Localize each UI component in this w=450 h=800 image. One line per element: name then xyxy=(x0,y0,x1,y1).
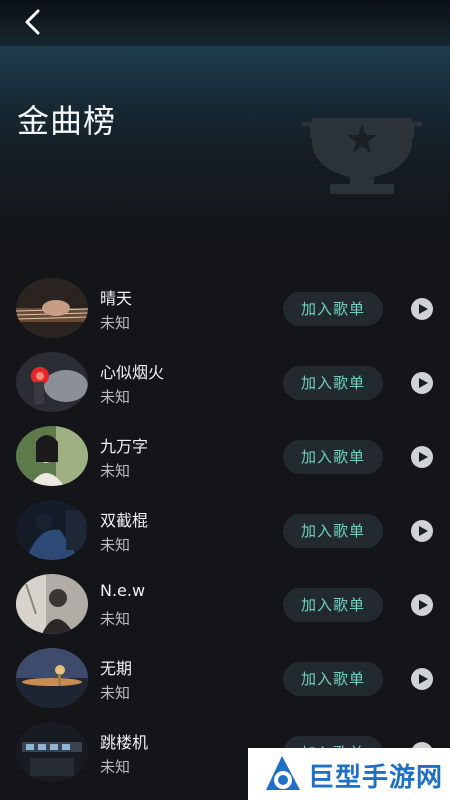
album-cover xyxy=(16,648,88,708)
add-to-playlist-button[interactable]: 加入歌单 xyxy=(283,366,383,400)
song-title: 心似烟火 xyxy=(100,363,165,382)
add-to-playlist-button[interactable]: 加入歌单 xyxy=(283,440,383,474)
song-title: 九万字 xyxy=(100,437,149,456)
album-cover xyxy=(16,722,88,782)
watermark-text: 巨型手游网 xyxy=(308,763,444,793)
top-bar xyxy=(0,0,450,47)
play-icon[interactable] xyxy=(411,668,433,690)
play-icon[interactable] xyxy=(411,372,433,394)
album-cover xyxy=(16,426,88,486)
album-cover xyxy=(16,500,88,560)
song-title: N.e.w xyxy=(100,581,146,600)
song-artist: 未知 xyxy=(100,684,131,702)
add-to-playlist-button[interactable]: 加入歌单 xyxy=(283,514,383,548)
trophy-icon xyxy=(302,118,422,194)
page-title: 金曲榜 xyxy=(17,102,117,140)
song-artist: 未知 xyxy=(100,758,131,776)
chart-header: 金曲榜 xyxy=(0,46,450,246)
song-artist: 未知 xyxy=(100,388,131,406)
site-watermark: 巨型手游网 xyxy=(248,748,450,800)
album-cover xyxy=(16,278,88,338)
list-item[interactable]: 心似烟火 未知 加入歌单 xyxy=(0,346,450,420)
list-item[interactable]: 无期 未知 加入歌单 xyxy=(0,642,450,716)
list-item[interactable]: 晴天 未知 加入歌单 xyxy=(0,272,450,346)
song-artist: 未知 xyxy=(100,314,131,332)
song-title: 跳楼机 xyxy=(100,733,149,752)
list-item[interactable]: N.e.w 未知 加入歌单 xyxy=(0,568,450,642)
play-icon[interactable] xyxy=(411,298,433,320)
play-icon[interactable] xyxy=(411,594,433,616)
add-to-playlist-button[interactable]: 加入歌单 xyxy=(283,588,383,622)
add-to-playlist-button[interactable]: 加入歌单 xyxy=(283,662,383,696)
song-title: 晴天 xyxy=(100,289,133,308)
play-icon[interactable] xyxy=(411,520,433,542)
song-title: 无期 xyxy=(100,659,133,678)
song-title: 双截棍 xyxy=(100,511,149,530)
play-icon[interactable] xyxy=(411,446,433,468)
album-cover xyxy=(16,352,88,412)
add-to-playlist-button[interactable]: 加入歌单 xyxy=(283,292,383,326)
song-list: 晴天 未知 加入歌单 心似烟火 未知 加入歌单 九万字 未知 加入歌单 双截棍 … xyxy=(0,272,450,790)
song-artist: 未知 xyxy=(100,536,131,554)
chevron-left-icon[interactable] xyxy=(18,8,48,38)
list-item[interactable]: 双截棍 未知 加入歌单 xyxy=(0,494,450,568)
list-item[interactable]: 九万字 未知 加入歌单 xyxy=(0,420,450,494)
song-artist: 未知 xyxy=(100,610,131,628)
watermark-logo-icon xyxy=(266,756,300,790)
album-cover xyxy=(16,574,88,634)
song-artist: 未知 xyxy=(100,462,131,480)
